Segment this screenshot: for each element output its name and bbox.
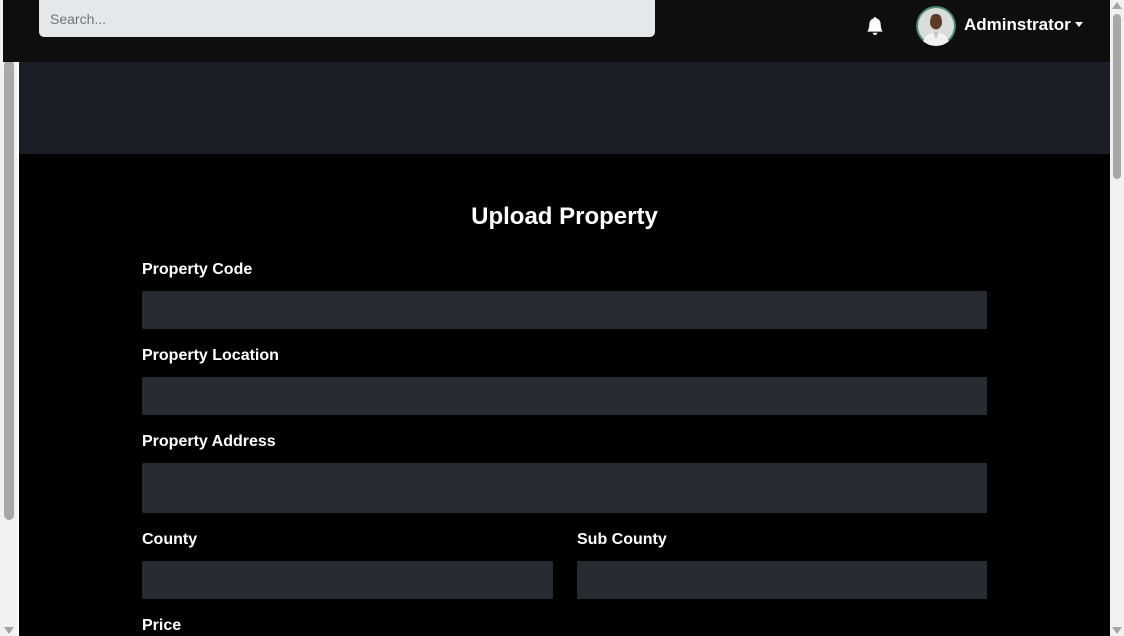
property-address-label: Property Address <box>142 433 276 450</box>
right-scrollbar-thumb[interactable] <box>1113 14 1121 179</box>
page-title: Upload Property <box>471 203 658 230</box>
user-menu-toggle[interactable]: Adminstrator <box>964 15 1083 35</box>
user-name-label: Adminstrator <box>964 15 1071 34</box>
sub-county-input[interactable] <box>577 561 987 599</box>
user-photo-icon <box>916 6 956 46</box>
county-label: County <box>142 531 198 548</box>
left-scrollbar-thumb[interactable] <box>4 60 14 520</box>
right-scrollbar[interactable] <box>1110 0 1124 636</box>
county-input[interactable] <box>142 561 553 599</box>
scroll-up-arrow-icon[interactable] <box>1112 2 1122 9</box>
property-code-label: Property Code <box>142 261 253 278</box>
upload-property-form: Upload Property Property Code Property L… <box>19 154 1110 636</box>
caret-down-icon <box>1074 22 1083 27</box>
sub-county-label: Sub County <box>577 531 667 548</box>
search-input[interactable] <box>39 0 655 37</box>
top-navbar: Adminstrator <box>3 0 1110 62</box>
bell-icon[interactable] <box>866 17 884 35</box>
property-code-input[interactable] <box>142 291 987 329</box>
scroll-down-arrow-icon[interactable] <box>1112 627 1122 634</box>
property-location-label: Property Location <box>142 347 279 364</box>
left-scrollbar[interactable] <box>0 0 17 636</box>
scroll-down-arrow-icon[interactable] <box>4 627 14 634</box>
property-location-input[interactable] <box>142 377 987 415</box>
property-address-input[interactable] <box>142 463 987 513</box>
page-header-banner <box>19 62 1110 154</box>
avatar[interactable] <box>916 6 956 46</box>
price-label: Price <box>142 617 182 634</box>
